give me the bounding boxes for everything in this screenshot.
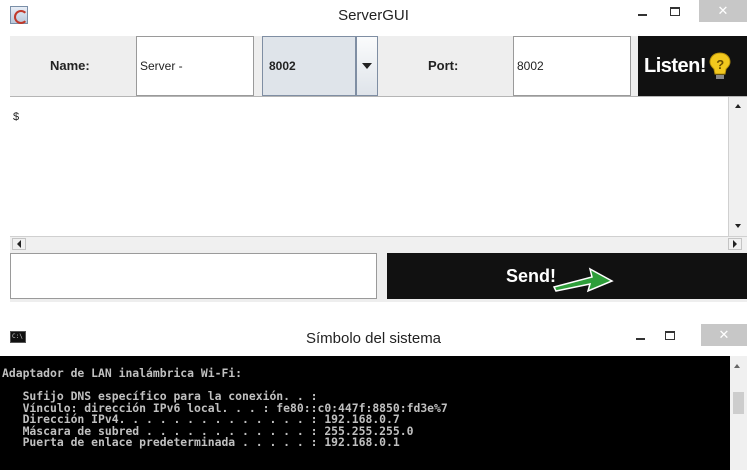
- port-select-button[interactable]: [356, 36, 378, 96]
- title-bar[interactable]: ServerGUI ✕: [0, 0, 747, 31]
- maximize-icon: [670, 6, 680, 16]
- send-button-label: Send!: [505, 265, 556, 286]
- console-output-area[interactable]: $: [10, 96, 747, 251]
- scrollbar-thumb[interactable]: [733, 392, 744, 414]
- horizontal-scrollbar[interactable]: [10, 236, 747, 251]
- chevron-right-icon: [733, 240, 737, 248]
- chevron-down-icon: [735, 224, 741, 228]
- close-icon: ✕: [718, 327, 730, 342]
- minimize-icon: [637, 14, 647, 16]
- command-prompt-window: C:\ Símbolo del sistema ✕ Adaptador de L…: [0, 318, 747, 470]
- scroll-right-button[interactable]: [728, 238, 742, 250]
- listen-button[interactable]: Listen! ?: [638, 36, 747, 96]
- close-icon: ✕: [717, 3, 729, 18]
- close-button[interactable]: ✕: [699, 0, 747, 22]
- vertical-scrollbar[interactable]: [730, 356, 747, 470]
- console-line: Adaptador de LAN inalámbrica Wi-Fi:: [2, 366, 243, 380]
- name-input[interactable]: Server -: [136, 36, 254, 96]
- console-line: Puerta de enlace predeterminada . . . . …: [2, 435, 400, 449]
- maximize-icon: [665, 330, 675, 340]
- chevron-down-icon: [362, 63, 372, 69]
- maximize-button[interactable]: [659, 0, 691, 22]
- svg-text:?: ?: [716, 57, 724, 72]
- chevron-up-icon: [734, 364, 740, 368]
- minimize-button[interactable]: [626, 0, 658, 22]
- port-input[interactable]: 8002: [513, 36, 631, 96]
- port-select[interactable]: 8002: [262, 36, 356, 96]
- console-output[interactable]: Adaptador de LAN inalámbrica Wi-Fi: Sufi…: [0, 356, 730, 470]
- close-button[interactable]: ✕: [701, 324, 747, 346]
- minimize-button[interactable]: [624, 324, 656, 346]
- console-output-text: $: [13, 111, 20, 123]
- message-input[interactable]: [10, 253, 377, 299]
- question-bulb-icon: ?: [709, 52, 731, 79]
- listen-button-label: Listen!: [644, 54, 707, 77]
- scroll-down-button[interactable]: [731, 219, 745, 233]
- message-panel: Send!: [10, 250, 747, 302]
- title-bar[interactable]: C:\ Símbolo del sistema ✕: [0, 318, 747, 356]
- scroll-left-button[interactable]: [12, 238, 26, 250]
- vertical-scrollbar[interactable]: [728, 97, 747, 236]
- name-label: Name:: [50, 58, 90, 73]
- port-label: Port:: [428, 58, 459, 73]
- chevron-left-icon: [17, 240, 21, 248]
- connection-toolbar: Name: Server - 8002 Port: 8002 Listen! ?: [10, 36, 747, 96]
- send-arrow-icon: [552, 267, 614, 293]
- scroll-up-button[interactable]: [734, 364, 740, 368]
- send-button[interactable]: Send!: [387, 253, 747, 299]
- scroll-up-button[interactable]: [731, 99, 745, 113]
- server-gui-window: ServerGUI ✕ Name: Server - 8002 Port: 80…: [0, 0, 747, 302]
- minimize-icon: [635, 338, 645, 340]
- maximize-button[interactable]: [654, 324, 686, 346]
- chevron-up-icon: [735, 104, 741, 108]
